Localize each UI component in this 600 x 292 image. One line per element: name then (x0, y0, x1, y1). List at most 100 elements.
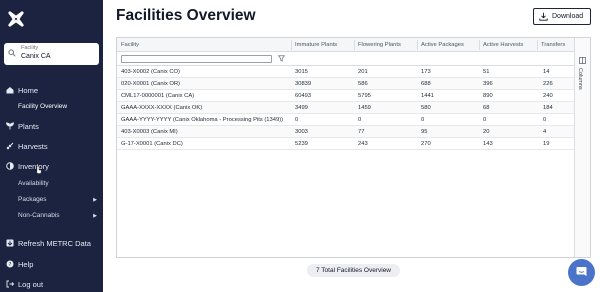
cell-facility: GAAA-YYYY-YYYY (Canix Oklahoma - Process… (121, 117, 284, 123)
svg-text:?: ? (9, 262, 12, 268)
home-icon (6, 87, 14, 94)
nav-refresh-label: Refresh METRC Data (18, 239, 91, 248)
cell-active-packages: 688 (421, 81, 431, 87)
facility-label: Facility (21, 45, 39, 51)
cell-active-harvests: 890 (483, 93, 493, 99)
cell-immature-plants: 3499 (295, 105, 308, 111)
facility-value: Canix CA (21, 53, 51, 60)
nav-harvests[interactable]: Harvests (0, 140, 103, 154)
column-header-flowering-plants[interactable]: Flowering Plants (358, 42, 401, 48)
cell-active-packages: 270 (421, 141, 431, 147)
column-header-active-packages[interactable]: Active Packages (421, 42, 464, 48)
column-header-transfers[interactable]: Transfers (541, 42, 565, 48)
page-title: Facilities Overview (116, 7, 256, 24)
table-row[interactable]: 403-X0002 (Canix CO) 3015 201 173 51 14 (117, 66, 575, 78)
column-header-facility[interactable]: Facility (121, 42, 139, 48)
cell-immature-plants: 3015 (295, 69, 308, 75)
cell-facility: 403-X0003 (Canix MI) (121, 129, 178, 135)
cell-flowering-plants: 243 (358, 141, 368, 147)
cell-facility: 020-X0001 (Canix OR) (121, 81, 180, 87)
cell-facility: GAAA-XXXX-XXXX (Canix OK) (121, 105, 203, 111)
download-button[interactable]: Download (533, 8, 591, 25)
leaf-icon (6, 122, 14, 130)
filter-icon[interactable] (278, 55, 285, 62)
refresh-icon (6, 239, 14, 247)
cell-transfers: 184 (543, 105, 553, 111)
column-separator[interactable] (417, 40, 418, 50)
cell-immature-plants: 3003 (295, 129, 308, 135)
nav-help[interactable]: ? Help (0, 258, 103, 272)
cell-active-packages: 1441 (421, 93, 434, 99)
cell-facility: 403-X0002 (Canix CO) (121, 69, 180, 75)
cell-flowering-plants: 77 (358, 129, 365, 135)
table-row[interactable]: G-17-X0001 (Canix DC) 5239 243 270 143 1… (117, 138, 575, 150)
table-row[interactable]: GAAA-XXXX-XXXX (Canix OK) 3499 1459 580 … (117, 102, 575, 114)
sidebar: Facility Canix CA Home Facility Overview… (0, 0, 103, 292)
logout-icon (6, 280, 14, 288)
cell-transfers: 19 (543, 141, 550, 147)
cell-facility: G-17-X0001 (Canix DC) (121, 141, 183, 147)
facility-selector[interactable]: Facility Canix CA (4, 43, 99, 65)
canix-logo-icon[interactable] (7, 10, 25, 28)
nav-facility-overview[interactable]: Facility Overview (18, 103, 67, 110)
cell-flowering-plants: 5795 (358, 93, 371, 99)
nav-availability[interactable]: Availability (18, 180, 49, 187)
cell-flowering-plants: 201 (358, 69, 368, 75)
column-separator[interactable] (479, 40, 480, 50)
cell-active-harvests: 0 (483, 117, 487, 123)
columns-side-panel[interactable]: Columns (574, 38, 590, 257)
nav-home-label: Home (18, 86, 39, 95)
download-label: Download (552, 13, 584, 20)
cell-active-packages: 580 (421, 105, 431, 111)
table-row[interactable]: 020-X0001 (Canix OR) 30839 586 688 396 2… (117, 78, 575, 90)
nav-inventory-label: Inventory (18, 162, 49, 171)
chat-support-button[interactable] (568, 259, 595, 286)
chevron-right-icon: ▶ (93, 197, 97, 203)
nav-harvests-label: Harvests (18, 142, 48, 151)
app-root: Facility Canix CA Home Facility Overview… (0, 0, 600, 292)
column-separator[interactable] (537, 40, 538, 50)
cell-active-harvests: 143 (483, 141, 493, 147)
cell-transfers: 4 (543, 129, 547, 135)
cell-active-harvests: 396 (483, 81, 493, 87)
nav-non-cannabis[interactable]: Non-Cannabis (18, 212, 60, 219)
cell-immature-plants: 5239 (295, 141, 308, 147)
column-separator[interactable] (354, 40, 355, 50)
table-row[interactable]: 403-X0003 (Canix MI) 3003 77 95 20 4 (117, 126, 575, 138)
cell-flowering-plants: 0 (358, 117, 362, 123)
nav-refresh-metrc[interactable]: Refresh METRC Data (0, 237, 103, 251)
nav-plants[interactable]: Plants (0, 120, 103, 134)
cell-active-harvests: 20 (483, 129, 490, 135)
cell-transfers: 226 (543, 81, 553, 87)
cell-flowering-plants: 1459 (358, 105, 371, 111)
grid-header: Facility Immature Plants Flowering Plant… (117, 38, 575, 52)
nav-home[interactable]: Home (0, 84, 103, 98)
nav-help-label: Help (18, 260, 34, 269)
nav-plants-label: Plants (18, 122, 39, 131)
column-header-immature-plants[interactable]: Immature Plants (295, 42, 337, 48)
cell-active-harvests: 51 (483, 69, 490, 75)
cell-active-packages: 95 (421, 129, 428, 135)
cell-immature-plants: 0 (295, 117, 299, 123)
cell-transfers: 14 (543, 69, 550, 75)
cell-active-packages: 0 (421, 117, 425, 123)
help-icon: ? (6, 260, 14, 268)
download-icon (539, 12, 548, 21)
chevron-right-icon: ▶ (93, 213, 97, 219)
facilities-grid: Facility Immature Plants Flowering Plant… (116, 37, 591, 258)
nav-inventory[interactable]: Inventory (0, 160, 103, 174)
search-icon (8, 49, 16, 57)
column-header-active-harvests[interactable]: Active Harvests (483, 42, 523, 48)
filter-row (117, 52, 575, 66)
nav-logout[interactable]: Log out (0, 278, 103, 292)
facility-filter-input[interactable] (121, 55, 272, 63)
columns-panel-label: Columns (577, 68, 583, 90)
table-row[interactable]: GAAA-YYYY-YYYY (Canix Oklahoma - Process… (117, 114, 575, 126)
cell-transfers: 0 (543, 117, 547, 123)
chat-icon (576, 267, 587, 276)
harvest-icon (6, 142, 14, 150)
column-separator[interactable] (291, 40, 292, 50)
table-row[interactable]: CML17-0000001 (Canix CA) 60493 5795 1441… (117, 90, 575, 102)
cell-transfers: 240 (543, 93, 553, 99)
nav-packages[interactable]: Packages (18, 196, 47, 203)
